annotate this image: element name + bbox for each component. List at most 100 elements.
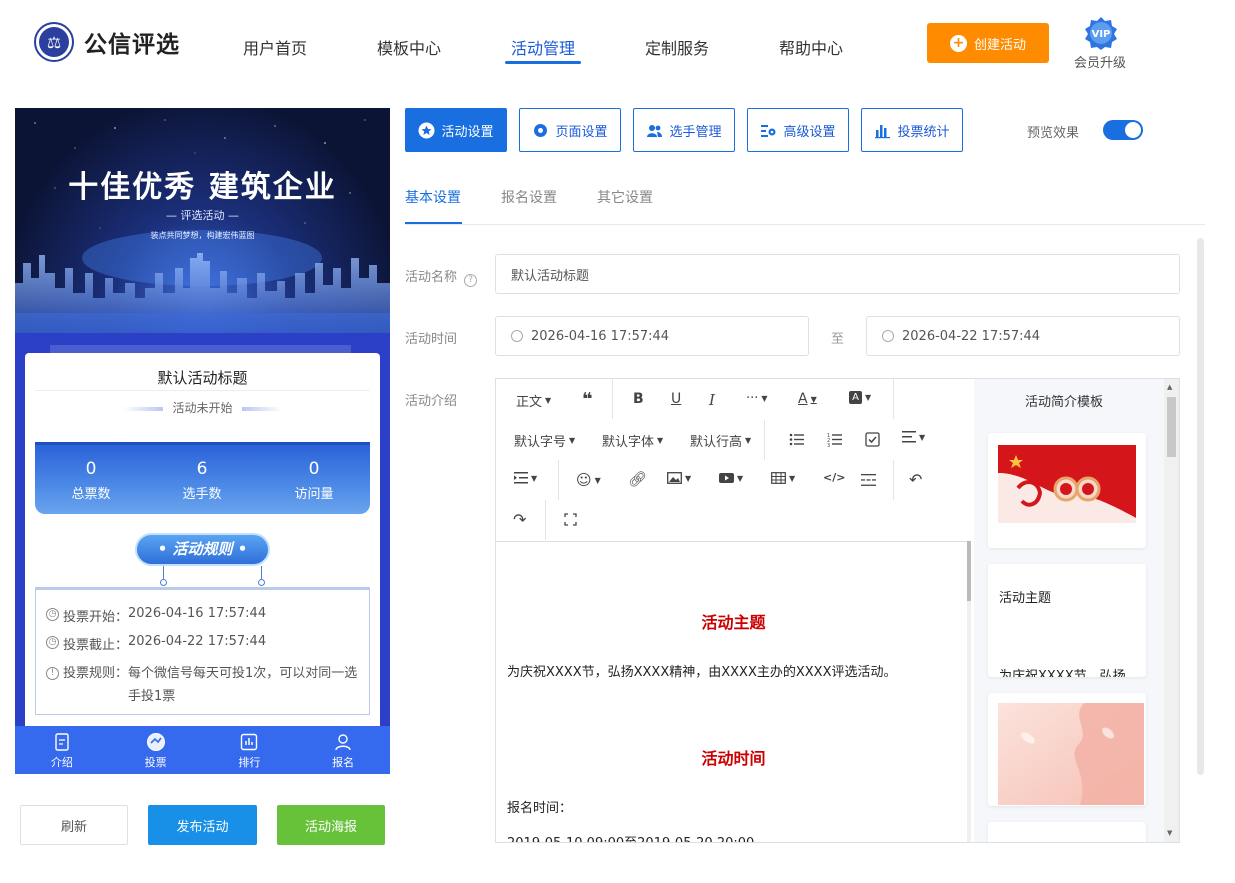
- tab-label: 报名: [332, 756, 355, 769]
- scroll-thumb[interactable]: [1167, 397, 1176, 457]
- checklist-icon[interactable]: [865, 432, 880, 447]
- star-circle-icon: [418, 122, 435, 138]
- tab-vote-statistics[interactable]: 投票统计: [861, 108, 963, 152]
- font-family-select[interactable]: 默认字体 ▼: [602, 431, 663, 450]
- start-time-input[interactable]: 2026-04-16 17:57:44: [495, 316, 809, 356]
- publish-button[interactable]: 发布活动: [148, 805, 257, 845]
- list-settings-icon: [761, 124, 776, 137]
- underline-icon[interactable]: U: [671, 391, 681, 407]
- emoji-icon[interactable]: ☺ ▼: [576, 471, 601, 489]
- template-panel: 活动简介模板 活动主题 为庆祝XXXX节，弘扬 ▲ ▼: [974, 379, 1179, 842]
- rule-label: 投票截止：: [63, 638, 129, 653]
- toolbar-separator: [545, 500, 546, 540]
- logo[interactable]: ⚖ 公信评选: [34, 22, 180, 62]
- nav-custom-service[interactable]: 定制服务: [645, 35, 709, 59]
- stat-label: 选手数: [182, 487, 222, 502]
- end-time-input[interactable]: 2026-04-22 17:57:44: [866, 316, 1180, 356]
- code-icon[interactable]: </>: [823, 471, 845, 484]
- vip-badge-icon[interactable]: VIP: [1083, 16, 1119, 50]
- toolbar-separator: [612, 379, 613, 419]
- preview-effect-label: 预览效果: [1027, 126, 1080, 141]
- rule-label: 投票开始：: [63, 610, 129, 625]
- subtab-signup-settings[interactable]: 报名设置: [501, 187, 557, 207]
- tab-page-settings[interactable]: 页面设置: [519, 108, 621, 152]
- create-activity-label: 创建活动: [973, 37, 1026, 53]
- template-card[interactable]: [988, 822, 1146, 842]
- refresh-button[interactable]: 刷新: [20, 805, 128, 845]
- template-card[interactable]: 活动主题 为庆祝XXXX节，弘扬: [988, 564, 1146, 677]
- nav-help-center[interactable]: 帮助中心: [779, 35, 843, 59]
- nav-template-center[interactable]: 模板中心: [377, 35, 441, 59]
- activity-name-input[interactable]: 默认活动标题: [495, 254, 1180, 294]
- editor-toolbar: 正文 ▼ ❝ B U I ··· ▼ A ▼ A ▼ 默认字号 ▼ 默认字体 ▼ 默认行高 ▼…: [496, 379, 974, 541]
- gear-icon: [534, 123, 548, 137]
- redo-icon[interactable]: ↷: [513, 510, 526, 529]
- template-thumbnail: [998, 445, 1136, 523]
- tab-signup[interactable]: 报名: [296, 726, 390, 774]
- tab-ranking[interactable]: 排行: [203, 726, 297, 774]
- banner-title: 十佳优秀 建筑企业: [68, 170, 337, 205]
- template-scrollbar[interactable]: ▲ ▼: [1164, 379, 1179, 842]
- video-icon[interactable]: ▼: [719, 472, 743, 484]
- stat-visits: 0 访问量: [264, 459, 364, 502]
- editor-content[interactable]: 活动主题 为庆祝XXXX节，弘扬XXXX精神，由XXXX主办的XXXX评选活动。…: [496, 541, 971, 842]
- info-icon: !: [46, 667, 59, 680]
- numbered-list-icon[interactable]: 123: [827, 432, 842, 447]
- nav-activity-management[interactable]: 活动管理: [511, 35, 575, 59]
- editor-scrollbar[interactable]: [967, 541, 971, 842]
- vip-badge-text: VIP: [1092, 29, 1111, 40]
- settings-scrollbar[interactable]: [1197, 238, 1204, 775]
- label-text: 活动名称: [405, 270, 458, 285]
- template-card[interactable]: [988, 433, 1146, 548]
- subtab-other-settings[interactable]: 其它设置: [597, 187, 653, 207]
- help-icon[interactable]: ?: [464, 274, 478, 287]
- stat-label: 访问量: [294, 487, 334, 502]
- rule-value: 2026-04-22 17:57:44: [128, 634, 267, 649]
- subtab-divider: [405, 224, 1205, 225]
- image-icon[interactable]: ▼: [667, 472, 691, 484]
- line-height-select[interactable]: 默认行高 ▼: [690, 431, 751, 450]
- table-icon[interactable]: ▼: [771, 472, 795, 484]
- fullscreen-icon[interactable]: [564, 513, 577, 526]
- link-icon[interactable]: 🔗︎: [628, 470, 647, 488]
- subtab-basic-settings[interactable]: 基本设置: [405, 187, 461, 207]
- undo-icon[interactable]: ↶: [909, 470, 922, 489]
- vip-upgrade-label[interactable]: 会员升级: [1074, 52, 1126, 71]
- paragraph-format-select[interactable]: 正文 ▼: [516, 391, 551, 410]
- tab-activity-settings[interactable]: 活动设置: [405, 108, 507, 152]
- font-size-select[interactable]: 默认字号 ▼: [514, 431, 575, 450]
- rule-connector-dot: [258, 579, 265, 586]
- template-card[interactable]: [988, 693, 1146, 806]
- rule-label: 投票规则：: [63, 666, 129, 681]
- divider-line-icon[interactable]: [861, 474, 876, 486]
- section-label: 选手管理: [669, 124, 722, 140]
- activity-name-label: 活动名称 ?: [405, 266, 478, 287]
- input-value: 默认活动标题: [511, 268, 590, 284]
- section-label: 高级设置: [783, 124, 836, 140]
- rich-text-editor: 正文 ▼ ❝ B U I ··· ▼ A ▼ A ▼ 默认字号 ▼ 默认字体 ▼ 默认行高 ▼…: [495, 378, 1180, 843]
- tab-label: 介绍: [50, 756, 73, 769]
- preview-toggle[interactable]: [1103, 120, 1143, 140]
- poster-button[interactable]: 活动海报: [277, 805, 385, 845]
- more-format-icon[interactable]: ··· ▼: [746, 391, 768, 406]
- nav-active-indicator: [505, 61, 581, 64]
- scroll-up-icon[interactable]: ▲: [1167, 383, 1172, 391]
- nav-user-home[interactable]: 用户首页: [243, 35, 307, 59]
- tab-advanced-settings[interactable]: 高级设置: [747, 108, 849, 152]
- indent-select[interactable]: ▼: [514, 472, 537, 484]
- create-activity-button[interactable]: + 创建活动: [927, 23, 1049, 63]
- background-color-icon[interactable]: A ▼: [849, 391, 871, 404]
- tab-contestant-management[interactable]: 选手管理: [633, 108, 735, 152]
- tab-intro[interactable]: 介绍: [15, 726, 109, 774]
- activity-info-card: 默认活动标题 活动未开始 0 总票数 6 选手数 0 访问量 • 活动规则 •: [25, 353, 380, 733]
- italic-icon[interactable]: I: [709, 391, 715, 409]
- bold-icon[interactable]: B: [633, 391, 644, 407]
- scroll-down-icon[interactable]: ▼: [1167, 829, 1172, 837]
- scales-icon: ⚖: [34, 22, 74, 62]
- tab-vote[interactable]: 投票: [109, 726, 203, 774]
- font-color-icon[interactable]: A ▼: [798, 391, 817, 407]
- bullet-list-icon[interactable]: [789, 432, 804, 447]
- scroll-thumb[interactable]: [967, 541, 971, 601]
- align-select[interactable]: ▼: [902, 431, 925, 443]
- quote-icon[interactable]: ❝: [582, 389, 593, 410]
